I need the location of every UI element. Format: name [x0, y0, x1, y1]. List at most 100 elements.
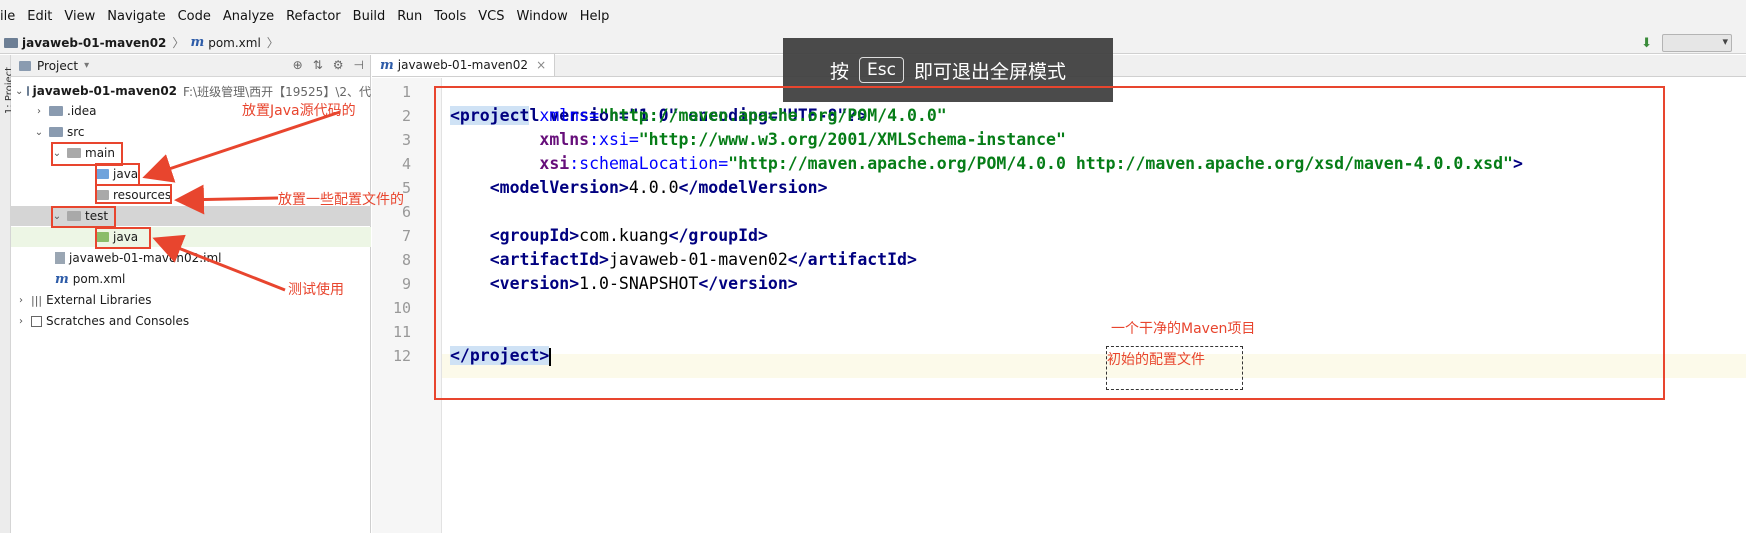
maven-file-icon: m	[55, 271, 69, 287]
chevron-right-icon[interactable]: ›	[15, 316, 27, 327]
xml-tag: >	[1512, 154, 1523, 173]
folder-icon	[49, 106, 63, 116]
locate-icon[interactable]: ⊕	[293, 58, 303, 72]
menu-vcs[interactable]: VCS	[472, 9, 510, 24]
line-number: 3	[401, 131, 411, 149]
close-icon[interactable]: ×	[536, 58, 546, 72]
tree-item-main-java[interactable]: java	[11, 164, 371, 184]
xml-value: "http://maven.apache.org/POM/4.0.0"	[599, 106, 947, 125]
run-configuration-dropdown[interactable]	[1662, 34, 1732, 52]
menu-window[interactable]: Window	[511, 9, 574, 24]
line-number: 12	[392, 347, 411, 365]
tree-item-label: java	[113, 167, 139, 181]
project-panel-header: Project ▾ ⊕ ⇅ ⚙ ⊣	[11, 55, 370, 77]
folder-icon	[49, 127, 63, 137]
tab-label: javaweb-01-maven02	[397, 58, 529, 72]
menu-file[interactable]: ile	[0, 9, 21, 24]
tree-item-label: java	[113, 230, 139, 244]
chevron-right-icon[interactable]: ›	[33, 106, 45, 117]
tree-item-test[interactable]: ⌄ test	[11, 206, 371, 226]
chevron-down-icon[interactable]: ⌄	[51, 148, 63, 159]
iml-file-icon	[55, 252, 65, 264]
collapse-all-icon[interactable]: ⇅	[313, 58, 323, 72]
menu-help[interactable]: Help	[574, 9, 616, 24]
line-number: 8	[401, 251, 411, 269]
scratches-icon	[31, 315, 42, 327]
breadcrumb-project[interactable]: javaweb-01-maven02	[22, 36, 166, 50]
annotation-java-source: 放置Java源代码的	[242, 103, 356, 119]
xml-attribute: xmlns=	[529, 106, 600, 125]
toast-message: 即可退出全屏模式	[913, 60, 1066, 83]
maven-file-icon: m	[190, 35, 205, 50]
xml-namespace: xmlns	[539, 130, 590, 149]
menu-edit[interactable]: Edit	[21, 9, 58, 24]
breadcrumb-separator: 〉	[266, 36, 279, 50]
menu-navigate[interactable]: Navigate	[101, 9, 171, 24]
xml-tag: </groupId>	[668, 226, 768, 245]
line-number: 4	[401, 155, 411, 173]
xml-tag: <version>	[489, 274, 580, 293]
tree-item-main[interactable]: ⌄ main	[11, 143, 371, 163]
resources-folder-icon	[95, 190, 109, 200]
code-line-2[interactable]: <project xmlns="http://maven.apache.org/…	[450, 104, 947, 128]
code-line-8[interactable]: <artifactId>javaweb-01-maven02</artifact…	[450, 248, 917, 272]
xml-tag: <project	[450, 106, 530, 125]
xml-attribute: :schemaLocation=	[569, 154, 729, 173]
xml-text: 4.0.0	[628, 178, 679, 197]
tab-pom[interactable]: m javaweb-01-maven02 ×	[372, 54, 556, 76]
tree-item-path: F:\班级管理\西开【19525】\2、代	[183, 84, 371, 99]
xml-attribute: :xsi=	[589, 130, 639, 149]
annotation-resources: 放置一些配置文件的	[278, 192, 404, 208]
menu-analyze[interactable]: Analyze	[217, 9, 280, 24]
chevron-down-icon[interactable]: ⌄	[15, 86, 23, 97]
chevron-down-icon[interactable]: ▾	[84, 60, 89, 71]
code-line-5[interactable]: <modelVersion>4.0.0</modelVersion>	[450, 176, 828, 200]
build-icon[interactable]: ⬇︎	[1641, 36, 1652, 51]
menu-bar: ile Edit View Navigate Code Analyze Refa…	[0, 0, 1746, 32]
xml-tag: </artifactId>	[787, 250, 917, 269]
annotation-dashed-box	[1106, 346, 1243, 390]
xml-text: com.kuang	[579, 226, 669, 245]
menu-run[interactable]: Run	[391, 9, 428, 24]
code-line-4[interactable]: xsi:schemaLocation="http://maven.apache.…	[450, 152, 1523, 176]
code-line-7[interactable]: <groupId>com.kuang</groupId>	[450, 224, 768, 248]
hide-icon[interactable]: ⊣	[354, 58, 364, 72]
code-line-12[interactable]: </project>	[450, 344, 552, 368]
annotation-test: 测试使用	[288, 282, 344, 298]
xml-tag: </modelVersion>	[678, 178, 828, 197]
tree-item-test-java[interactable]: java	[11, 227, 371, 247]
xml-tag: <artifactId>	[489, 250, 609, 269]
tree-item-project-root[interactable]: ⌄ javaweb-01-maven02 F:\班级管理\西开【19525】\2…	[11, 81, 371, 101]
text-caret	[549, 347, 552, 366]
breadcrumb-file[interactable]: pom.xml	[208, 36, 261, 50]
line-number: 7	[401, 227, 411, 245]
tree-item-label: javaweb-01-maven02	[32, 84, 178, 98]
xml-value: "http://maven.apache.org/POM/4.0.0 http:…	[728, 154, 1513, 173]
chevron-down-icon[interactable]: ⌄	[51, 211, 63, 222]
fullscreen-exit-toast: 按 Esc 即可退出全屏模式	[783, 38, 1113, 102]
menu-build[interactable]: Build	[347, 9, 392, 24]
folder-icon	[27, 86, 29, 96]
tree-item-label: javaweb-01-maven02.iml	[69, 251, 222, 265]
chevron-down-icon[interactable]: ⌄	[33, 127, 45, 138]
tree-item-src[interactable]: ⌄ src	[11, 122, 371, 142]
gear-icon[interactable]: ⚙	[333, 58, 344, 72]
xml-tag: <groupId>	[489, 226, 580, 245]
code-line-3[interactable]: xmlns:xsi="http://www.w3.org/2001/XMLSch…	[450, 128, 1066, 152]
menu-view[interactable]: View	[58, 9, 101, 24]
menu-tools[interactable]: Tools	[428, 9, 472, 24]
toast-prefix: 按	[830, 60, 850, 83]
tree-item-label: pom.xml	[72, 272, 126, 286]
menu-refactor[interactable]: Refactor	[280, 9, 347, 24]
chevron-right-icon[interactable]: ›	[15, 295, 27, 306]
annotation-clean-project: 一个干净的Maven项目	[1111, 321, 1256, 337]
breadcrumb-separator: 〉	[172, 36, 185, 50]
tree-item-iml[interactable]: javaweb-01-maven02.iml	[11, 248, 371, 268]
xml-namespace: xsi	[539, 154, 570, 173]
project-panel-title[interactable]: Project	[37, 59, 78, 73]
folder-icon	[67, 211, 81, 221]
menu-code[interactable]: Code	[172, 9, 217, 24]
code-line-9[interactable]: <version>1.0-SNAPSHOT</version>	[450, 272, 798, 296]
line-number: 10	[392, 299, 411, 317]
tree-item-scratches[interactable]: › Scratches and Consoles	[11, 311, 371, 331]
